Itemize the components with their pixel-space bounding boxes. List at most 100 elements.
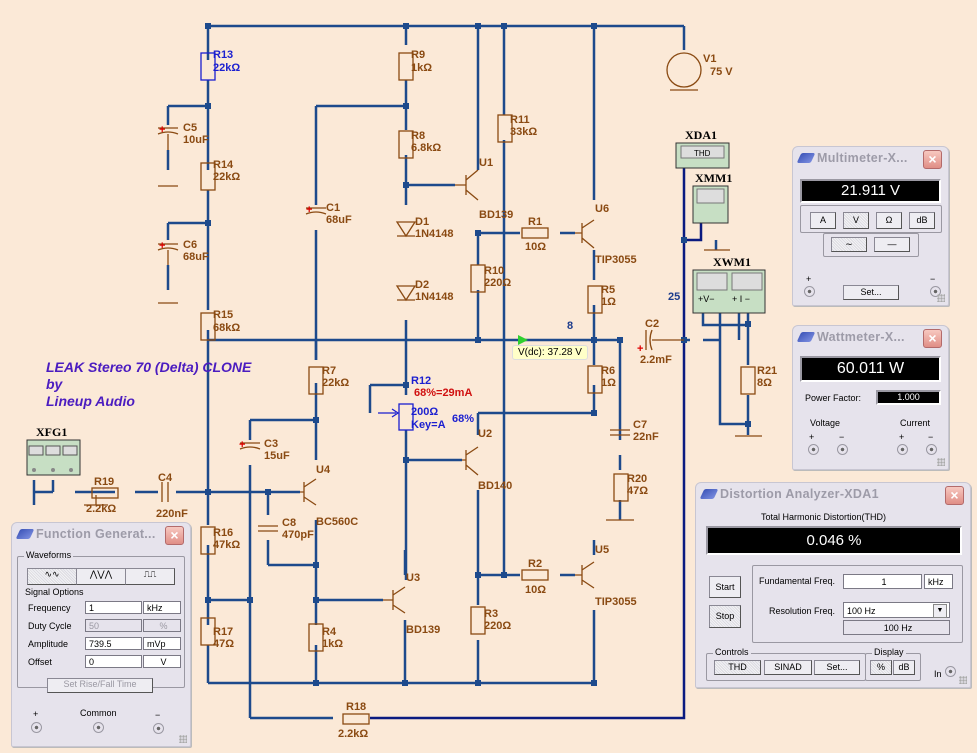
offset-input[interactable]: 0 — [85, 655, 142, 668]
svg-text:U6: U6 — [595, 203, 609, 215]
amplitude-label: Amplitude — [28, 639, 69, 649]
resize-grip[interactable] — [937, 458, 945, 466]
instrument-xmm1[interactable]: XMM1 — [692, 171, 732, 224]
svg-text:33kΩ: 33kΩ — [510, 126, 537, 138]
svg-text:1kΩ: 1kΩ — [411, 62, 432, 74]
sinad-control-button[interactable]: SINAD — [764, 660, 812, 675]
resize-grip[interactable] — [959, 676, 967, 684]
terminal-common[interactable] — [93, 722, 104, 733]
input-terminal[interactable] — [945, 666, 956, 677]
svg-text:R16: R16 — [213, 527, 233, 539]
svg-text:C3: C3 — [264, 438, 278, 450]
set-control-button[interactable]: Set... — [814, 660, 860, 675]
title-bar[interactable]: Function Generat... — [12, 523, 190, 545]
offset-unit[interactable]: V — [143, 655, 181, 668]
waveform-square-button[interactable]: ⎍⎍ — [125, 568, 175, 585]
display-db-button[interactable]: dB — [893, 660, 915, 675]
voltage-probe-marker[interactable] — [518, 335, 528, 345]
function-generator-window: Function Generat... × Waveforms ∿∿ ⋀⋁⋀ ⎍… — [11, 522, 191, 747]
voltage-minus-terminal[interactable] — [837, 444, 848, 455]
start-button[interactable]: Start — [709, 576, 741, 598]
svg-text:R12: R12 — [411, 375, 431, 387]
fundamental-freq-input[interactable]: 1 — [843, 574, 922, 589]
svg-text:47Ω: 47Ω — [627, 485, 648, 497]
svg-text:+ I −: + I − — [732, 294, 750, 304]
frequency-unit[interactable]: kHz — [143, 601, 181, 614]
display-percent-button[interactable]: % — [870, 660, 892, 675]
fundamental-freq-label: Fundamental Freq. — [759, 576, 836, 586]
terminal-minus-label: − — [155, 710, 161, 720]
svg-text:1kΩ: 1kΩ — [322, 638, 343, 650]
input-terminal-label: In — [934, 669, 942, 679]
svg-text:R15: R15 — [213, 309, 233, 321]
schematic-title: LEAK Stereo 70 (Delta) CLONE by Lineup A… — [46, 359, 252, 409]
dropdown-arrow-icon[interactable]: ▼ — [933, 604, 947, 618]
terminal-minus[interactable] — [153, 723, 164, 734]
svg-text:68%=29mA: 68%=29mA — [414, 387, 472, 399]
frequency-input[interactable]: 1 — [85, 601, 142, 614]
current-minus-terminal[interactable] — [926, 444, 937, 455]
close-button[interactable]: × — [165, 526, 184, 545]
close-button[interactable]: × — [923, 329, 942, 348]
svg-text:47kΩ: 47kΩ — [213, 539, 240, 551]
svg-text:R18: R18 — [346, 701, 366, 713]
amplitude-unit[interactable]: mVp — [143, 637, 181, 650]
svg-text:LEAK Stereo 70 (Delta) CLONE: LEAK Stereo 70 (Delta) CLONE — [46, 359, 252, 375]
resolution-freq-readout: 100 Hz — [843, 620, 950, 635]
svg-text:U1: U1 — [479, 157, 493, 169]
frequency-label: Frequency — [28, 603, 71, 613]
amplitude-input[interactable]: 739.5 — [85, 637, 142, 650]
close-button[interactable]: × — [923, 150, 942, 169]
instrument-xda1[interactable]: XDA1 THD — [675, 128, 730, 169]
resize-grip[interactable] — [179, 735, 187, 743]
svg-text:8Ω: 8Ω — [757, 377, 772, 389]
mode-db-button[interactable]: dB — [909, 212, 935, 229]
waveform-triangle-button[interactable]: ⋀⋁⋀ — [76, 568, 126, 585]
mode-ampere-button[interactable]: A — [810, 212, 836, 229]
svg-text:10uF: 10uF — [183, 134, 209, 146]
close-button[interactable]: × — [945, 486, 964, 505]
ac-mode-button[interactable]: ∼ — [831, 237, 867, 252]
svg-text:75 V: 75 V — [710, 66, 733, 78]
svg-text:220Ω: 220Ω — [484, 620, 511, 632]
svg-text:BD139: BD139 — [479, 209, 513, 221]
current-plus-terminal[interactable] — [897, 444, 908, 455]
mode-volt-button[interactable]: V — [843, 212, 869, 229]
duty-cycle-input: 50 — [85, 619, 142, 632]
instrument-xwm1[interactable]: XWM1 +V− + I − — [692, 255, 766, 314]
voltage-plus-terminal[interactable] — [808, 444, 819, 455]
terminal-plus[interactable] — [804, 286, 815, 297]
svg-text:200Ω: 200Ω — [411, 406, 438, 418]
dc-mode-button[interactable]: — — [874, 237, 910, 252]
svg-text:U4: U4 — [316, 464, 331, 476]
resize-grip[interactable] — [937, 294, 945, 302]
set-button[interactable]: Set... — [843, 285, 899, 300]
wattmeter-window: Wattmeter-X... × 60.011 W Power Factor: … — [792, 325, 949, 470]
svg-text:R11: R11 — [510, 114, 530, 126]
svg-text:XMM1: XMM1 — [695, 171, 732, 185]
svg-text:47Ω: 47Ω — [213, 638, 234, 650]
resolution-freq-select[interactable]: 100 Hz ▼ — [843, 602, 950, 618]
svg-text:1N4148: 1N4148 — [415, 228, 454, 240]
svg-text:BD139: BD139 — [406, 624, 440, 636]
title-bar[interactable]: Distortion Analyzer-XDA1 — [696, 483, 970, 505]
svg-text:C5: C5 — [183, 122, 197, 134]
thd-control-button[interactable]: THD — [714, 660, 761, 675]
resolution-freq-label: Resolution Freq. — [769, 606, 836, 616]
svg-text:R3: R3 — [484, 608, 498, 620]
instrument-xfg1[interactable]: XFG1 — [26, 425, 81, 476]
thd-display: 0.046 % — [706, 526, 962, 555]
multimeter-display: 21.911 V — [800, 179, 941, 203]
svg-text:22kΩ: 22kΩ — [322, 377, 349, 389]
stop-button[interactable]: Stop — [709, 605, 741, 628]
svg-text:R19: R19 — [94, 476, 114, 488]
mode-ohm-button[interactable]: Ω — [876, 212, 902, 229]
svg-text:TIP3055: TIP3055 — [595, 254, 637, 266]
waveform-sine-button[interactable]: ∿∿ — [27, 568, 77, 585]
terminal-plus[interactable] — [31, 722, 42, 733]
fundamental-freq-unit[interactable]: kHz — [924, 574, 953, 589]
svg-text:R6: R6 — [601, 365, 615, 377]
svg-text:6.8kΩ: 6.8kΩ — [411, 142, 441, 154]
svg-text:+: + — [159, 124, 165, 136]
svg-text:2.2kΩ: 2.2kΩ — [86, 503, 116, 515]
